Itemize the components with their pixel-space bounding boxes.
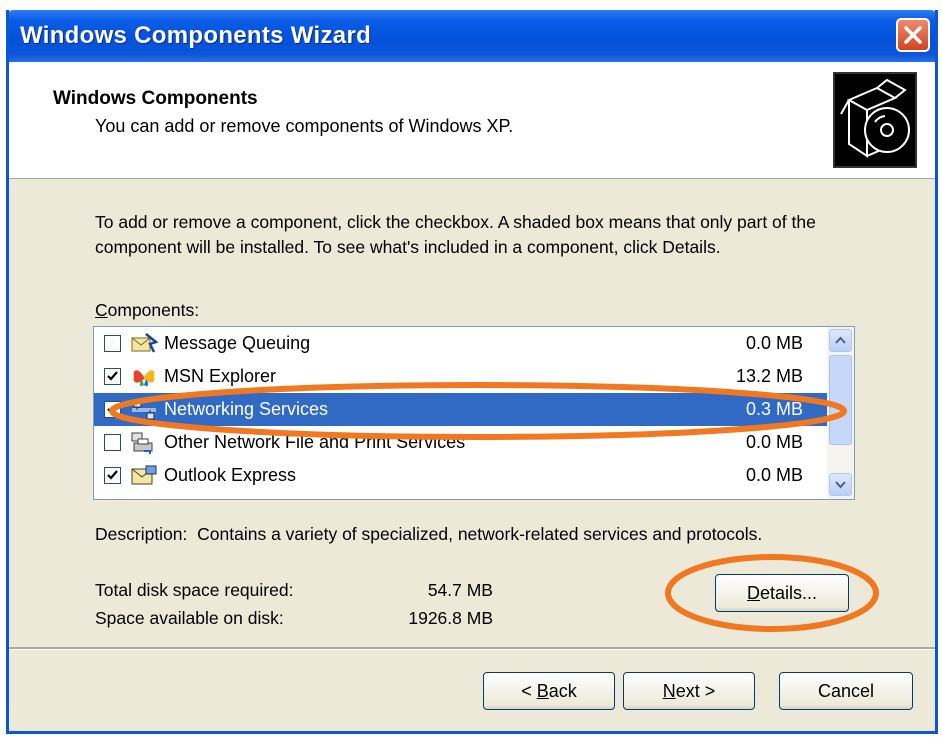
wizard-header: Windows Components You can add or remove… — [9, 62, 935, 179]
back-button[interactable]: < Back — [483, 672, 615, 710]
component-name: MSN Explorer — [164, 366, 277, 386]
disk-required-label: Total disk space required: — [95, 580, 294, 600]
component-checkbox[interactable] — [104, 335, 121, 352]
description-label: Description: — [95, 524, 188, 544]
checkmark-icon — [107, 470, 118, 480]
component-size: 13.2 MB — [735, 366, 803, 386]
component-size: 0.3 MB — [745, 399, 803, 419]
chevron-up-icon — [835, 336, 846, 344]
description: Description: Contains a variety of speci… — [95, 524, 762, 545]
component-checkbox[interactable] — [104, 467, 121, 484]
network-icon — [132, 400, 156, 420]
next-button[interactable]: Next > — [623, 672, 755, 710]
header-title: Windows Components — [53, 88, 258, 109]
close-icon — [904, 26, 922, 44]
component-size: 0.0 MB — [745, 465, 803, 485]
list-item[interactable]: Other Network File and Print Services 0.… — [94, 426, 827, 459]
component-name: Outlook Express — [164, 465, 297, 485]
disk-available-label: Space available on disk: — [95, 608, 284, 628]
checkmark-icon — [107, 371, 118, 381]
list-item[interactable]: Message Queuing 0.0 MB — [94, 327, 827, 360]
component-checkbox[interactable] — [104, 368, 121, 385]
header-subtitle: You can add or remove components of Wind… — [95, 116, 514, 136]
components-box-icon — [833, 72, 917, 168]
component-checkbox[interactable] — [104, 434, 121, 451]
cancel-button[interactable]: Cancel — [779, 672, 913, 710]
components-label: Components: — [95, 300, 200, 320]
component-checkbox[interactable] — [104, 401, 121, 418]
component-name: Networking Services — [164, 399, 329, 419]
list-item-selected[interactable]: Networking Services 0.3 MB — [94, 393, 827, 426]
message-queuing-icon — [131, 333, 158, 353]
list-item[interactable]: MSN Explorer 13.2 MB — [94, 360, 827, 393]
printer-icon — [131, 432, 153, 454]
component-name: Message Queuing — [164, 333, 311, 353]
checkmark-icon — [107, 404, 118, 414]
window-title: Windows Components Wizard — [20, 22, 372, 49]
title-bar[interactable]: Windows Components Wizard — [9, 10, 935, 62]
instructions-text: To add or remove a component, click the … — [95, 212, 816, 257]
description-text: Contains a variety of specialized, netwo… — [197, 524, 763, 544]
wizard-window: Windows Components Wizard Windows Compon… — [6, 10, 938, 734]
component-name: Other Network File and Print Services — [164, 432, 466, 452]
scroll-down-button[interactable] — [829, 473, 852, 496]
list-item[interactable]: Outlook Express 0.0 MB — [94, 459, 827, 492]
scroll-thumb[interactable] — [829, 355, 852, 445]
disk-required-value: 54.7 MB — [427, 580, 493, 600]
list-scrollbar[interactable] — [827, 327, 854, 499]
details-button[interactable]: Details... — [715, 574, 849, 612]
footer-divider — [9, 647, 935, 650]
components-list[interactable]: Message Queuing 0.0 MB MSN Explorer 13.2… — [93, 326, 855, 500]
component-size: 0.0 MB — [745, 333, 803, 353]
msn-butterfly-icon — [133, 370, 155, 387]
chevron-down-icon — [835, 481, 846, 489]
outlook-express-icon — [131, 465, 157, 485]
close-button[interactable] — [896, 18, 930, 52]
disk-available-value: 1926.8 MB — [408, 608, 493, 628]
component-size: 0.0 MB — [745, 432, 803, 452]
scroll-up-button[interactable] — [829, 329, 852, 352]
